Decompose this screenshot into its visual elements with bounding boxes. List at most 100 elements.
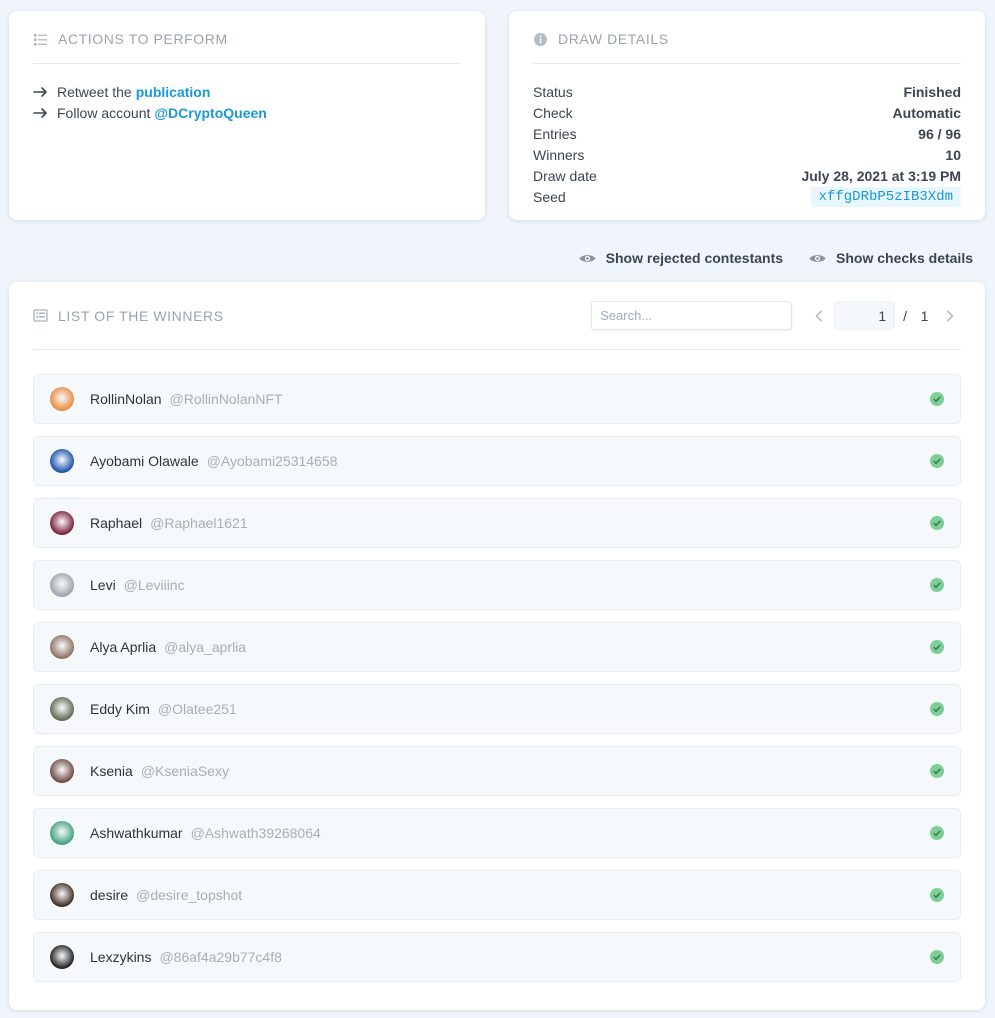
winner-row[interactable]: desire @desire_topshot	[33, 870, 961, 920]
detail-row-status: Status Finished	[533, 81, 961, 102]
winner-row[interactable]: Levi @Leviiinc	[33, 560, 961, 610]
detail-value: Finished	[903, 83, 961, 100]
winners-title: LIST OF THE WINNERS	[58, 307, 224, 324]
chevron-right-icon	[946, 309, 954, 322]
actions-header: ACTIONS TO PERFORM	[33, 15, 461, 64]
winner-name: Levi	[90, 577, 116, 593]
avatar	[50, 635, 74, 659]
action-list: Retweet the publication Follow account @…	[33, 81, 461, 123]
check-circle-icon	[930, 826, 944, 840]
view-toggles: Show rejected contestants Show checks de…	[579, 250, 973, 266]
search-input[interactable]	[591, 301, 793, 330]
details-header: DRAW DETAILS	[533, 15, 961, 64]
show-rejected-label: Show rejected contestants	[605, 250, 784, 266]
winner-row[interactable]: Ashwathkumar @Ashwath39268064	[33, 808, 961, 858]
check-circle-icon	[930, 702, 944, 716]
winner-list: RollinNolan @RollinNolanNFT Ayobami Olaw…	[33, 374, 961, 982]
winner-row[interactable]: Alya Aprlia @alya_aprlia	[33, 622, 961, 672]
detail-value: 96 / 96	[918, 125, 961, 142]
avatar	[50, 449, 74, 473]
winners-card: LIST OF THE WINNERS / 1 RollinNolan @Rol…	[9, 282, 985, 1010]
detail-value: 10	[945, 146, 961, 163]
list-check-icon	[34, 33, 47, 45]
detail-list: Status Finished Check Automatic Entries …	[533, 81, 961, 207]
detail-row-draw-date: Draw date July 28, 2021 at 3:19 PM	[533, 165, 961, 186]
winner-row[interactable]: Lexzykins @86af4a29b77c4f8	[33, 932, 961, 982]
winner-handle: @RollinNolanNFT	[169, 391, 283, 407]
check-circle-icon	[930, 888, 944, 902]
next-page-button[interactable]	[939, 305, 961, 327]
eye-icon	[579, 254, 596, 262]
info-icon	[534, 32, 547, 46]
show-rejected-toggle[interactable]: Show rejected contestants	[579, 250, 783, 266]
check-circle-icon	[930, 578, 944, 592]
show-checks-label: Show checks details	[836, 250, 973, 266]
avatar	[50, 387, 74, 411]
winners-title-group: LIST OF THE WINNERS	[33, 308, 224, 324]
action-text: Retweet the	[57, 83, 132, 100]
detail-label: Seed	[533, 188, 566, 205]
detail-label: Status	[533, 83, 573, 100]
winner-name: Ksenia	[90, 763, 133, 779]
winners-header: LIST OF THE WINNERS / 1	[33, 282, 961, 350]
arrow-right-icon	[33, 86, 47, 97]
avatar	[50, 697, 74, 721]
page-separator: /	[903, 307, 908, 324]
winners-controls: / 1	[591, 301, 961, 330]
details-title: DRAW DETAILS	[558, 31, 669, 47]
winner-name: Eddy Kim	[90, 701, 150, 717]
arrow-right-icon	[33, 107, 47, 118]
winner-row[interactable]: Raphael @Raphael1621	[33, 498, 961, 548]
winner-row[interactable]: Ksenia @KseniaSexy	[33, 746, 961, 796]
action-item-retweet: Retweet the publication	[33, 81, 461, 102]
account-link[interactable]: @DCryptoQueen	[154, 105, 266, 121]
winner-row[interactable]: Ayobami Olawale @Ayobami25314658	[33, 436, 961, 486]
seed-value: xffgDRbP5zIB3Xdm	[810, 186, 961, 207]
winner-handle: @Ashwath39268064	[190, 825, 321, 841]
eye-icon	[809, 254, 826, 262]
check-circle-icon	[930, 764, 944, 778]
winner-handle: @86af4a29b77c4f8	[159, 949, 282, 965]
winner-name: desire	[90, 887, 129, 903]
winner-name: Raphael	[90, 515, 143, 531]
check-circle-icon	[930, 392, 944, 406]
winner-name: Alya Aprlia	[90, 639, 157, 655]
avatar	[50, 945, 74, 969]
check-circle-icon	[930, 516, 944, 530]
action-item-follow: Follow account @DCryptoQueen	[33, 102, 461, 123]
winner-name: Ayobami Olawale	[90, 453, 199, 469]
detail-row-seed: Seed xffgDRbP5zIB3Xdm	[533, 186, 961, 207]
winner-row[interactable]: Eddy Kim @Olatee251	[33, 684, 961, 734]
winner-handle: @Leviiinc	[123, 577, 185, 593]
publication-link[interactable]: publication	[136, 84, 211, 100]
winner-handle: @KseniaSexy	[140, 763, 229, 779]
avatar	[50, 511, 74, 535]
detail-label: Entries	[533, 125, 577, 142]
winner-name: Lexzykins	[90, 949, 152, 965]
winner-name: Ashwathkumar	[90, 825, 183, 841]
winner-name: RollinNolan	[90, 391, 162, 407]
avatar	[50, 883, 74, 907]
pagination: / 1	[808, 301, 961, 330]
detail-value: July 28, 2021 at 3:19 PM	[801, 167, 961, 184]
check-circle-icon	[930, 454, 944, 468]
detail-label: Check	[533, 104, 573, 121]
winner-row[interactable]: RollinNolan @RollinNolanNFT	[33, 374, 961, 424]
check-circle-icon	[930, 950, 944, 964]
prev-page-button[interactable]	[808, 305, 830, 327]
avatar	[50, 759, 74, 783]
check-circle-icon	[930, 640, 944, 654]
list-icon	[33, 309, 48, 322]
show-checks-toggle[interactable]: Show checks details	[809, 250, 973, 266]
actions-card: ACTIONS TO PERFORM Retweet the publicati…	[9, 11, 485, 220]
actions-title: ACTIONS TO PERFORM	[58, 31, 228, 47]
page-number-input[interactable]	[834, 301, 896, 330]
winner-handle: @alya_aprlia	[164, 639, 247, 655]
avatar	[50, 573, 74, 597]
detail-label: Winners	[533, 146, 585, 163]
winner-handle: @desire_topshot	[136, 887, 243, 903]
action-text: Follow account	[57, 104, 151, 121]
page-total: 1	[920, 307, 929, 324]
winner-handle: @Ayobami25314658	[206, 453, 338, 469]
detail-value: Automatic	[892, 104, 961, 121]
